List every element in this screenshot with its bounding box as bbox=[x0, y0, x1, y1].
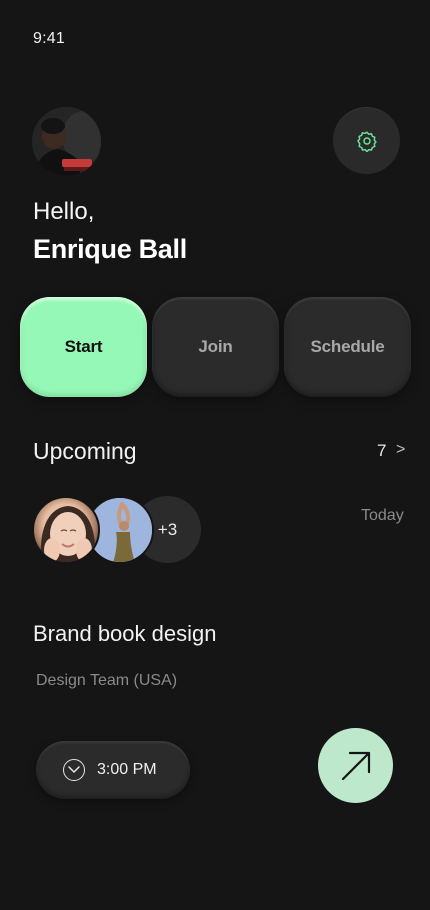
chevron-down-icon bbox=[63, 759, 85, 781]
open-event-button[interactable] bbox=[318, 728, 393, 803]
join-button[interactable]: Join bbox=[152, 297, 279, 397]
event-time-pill[interactable]: 3:00 PM bbox=[36, 741, 190, 799]
settings-button[interactable] bbox=[333, 107, 400, 174]
home-screen: 9:41 Hello, Enrique Ball Start Join Sche… bbox=[0, 0, 430, 910]
start-button[interactable]: Start bbox=[20, 297, 147, 397]
gear-icon bbox=[356, 131, 377, 152]
event-team: Design Team (USA) bbox=[36, 672, 178, 689]
status-time: 9:41 bbox=[33, 30, 65, 47]
participant-photo bbox=[40, 506, 96, 562]
schedule-button[interactable]: Schedule bbox=[284, 297, 411, 397]
participant-avatar[interactable] bbox=[32, 496, 100, 564]
profile-avatar[interactable] bbox=[32, 107, 101, 176]
event-day: Today bbox=[361, 507, 404, 524]
profile-photo bbox=[32, 107, 101, 176]
upcoming-count[interactable]: 7 bbox=[377, 441, 386, 461]
event-title: Brand book design bbox=[33, 621, 217, 646]
user-name: Enrique Ball bbox=[33, 234, 187, 264]
greeting-text: Hello, bbox=[33, 198, 95, 225]
arrow-up-right-icon bbox=[341, 751, 370, 780]
upcoming-heading: Upcoming bbox=[33, 438, 137, 464]
event-time: 3:00 PM bbox=[97, 761, 157, 778]
chevron-right-icon[interactable]: > bbox=[396, 441, 405, 459]
